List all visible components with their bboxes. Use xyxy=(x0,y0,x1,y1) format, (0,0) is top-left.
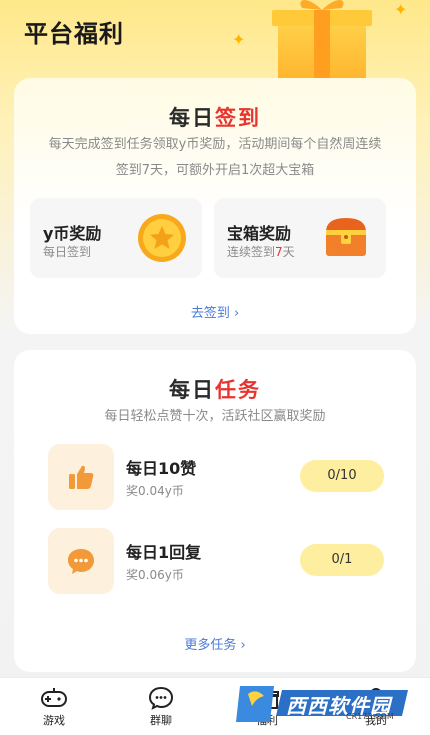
task-description: 每日轻松点赞十次，活跃社区赢取奖励 xyxy=(104,409,326,424)
task-item-reply[interactable]: 每日1回复 奖0.06y币 0/1 xyxy=(48,528,384,594)
task-item-likes[interactable]: 每日10赞 奖0.04y币 0/10 xyxy=(48,444,384,510)
task-progress-badge[interactable]: 0/10 xyxy=(300,460,384,492)
watermark-sub: CR173.COM xyxy=(346,712,394,721)
tab-group-chat[interactable]: 群聊 xyxy=(131,686,191,728)
chevron-right-icon: › xyxy=(240,638,246,653)
daily-task-card: 每日任务 每日轻松点赞十次，活跃社区赢取奖励 每日10赞 奖0.04y币 0/1… xyxy=(14,350,416,672)
coin-reward-box[interactable]: y币奖励 每日签到 xyxy=(30,198,202,278)
chat-icon xyxy=(148,686,174,710)
reward-name: y币奖励 xyxy=(43,224,102,243)
sparkle-icon: ✦ xyxy=(394,0,408,19)
gift-box-illustration xyxy=(272,0,372,80)
task-name: 每日10赞 xyxy=(126,459,197,478)
task-reward: 奖0.06y币 xyxy=(126,568,184,582)
chevron-right-icon: › xyxy=(233,306,240,321)
page-title: 平台福利 xyxy=(24,20,124,48)
daily-signin-card: 每日签到 每天完成签到任务领取y币奖励，活动期间每个自然周连续 签到7天，可额外… xyxy=(14,78,416,334)
reward-name: 宝箱奖励 xyxy=(227,224,292,243)
coin-star-icon xyxy=(138,214,186,262)
task-progress-badge[interactable]: 0/1 xyxy=(300,544,384,576)
reward-sub: 每日签到 xyxy=(43,245,92,259)
thumbs-up-icon xyxy=(69,465,94,489)
task-reward: 奖0.04y币 xyxy=(126,484,184,498)
tab-label: 游戏 xyxy=(43,714,65,727)
reward-sub: 连续签到7天 xyxy=(227,245,295,259)
signin-title: 每日签到 xyxy=(169,106,261,130)
more-tasks-link[interactable]: 更多任务 › xyxy=(14,634,416,653)
signin-description: 每天完成签到任务领取y币奖励，活动期间每个自然周连续 签到7天，可额外开启1次超… xyxy=(48,137,382,178)
tab-label: 群聊 xyxy=(150,714,172,727)
task-title: 每日任务 xyxy=(169,378,261,402)
gamepad-icon xyxy=(41,688,67,707)
chest-reward-box[interactable]: 宝箱奖励 连续签到7天 xyxy=(214,198,386,278)
sparkle-icon: ✦ xyxy=(232,30,246,49)
task-name: 每日1回复 xyxy=(126,543,202,562)
chat-bubble-icon xyxy=(68,549,94,574)
task-icon-box xyxy=(48,528,114,594)
tab-games[interactable]: 游戏 xyxy=(24,686,84,728)
go-signin-link[interactable]: 去签到 › xyxy=(14,302,416,321)
watermark-logo: 西西软件园 CR173.COM xyxy=(234,682,414,726)
treasure-chest-icon xyxy=(326,218,366,256)
task-icon-box xyxy=(48,444,114,510)
